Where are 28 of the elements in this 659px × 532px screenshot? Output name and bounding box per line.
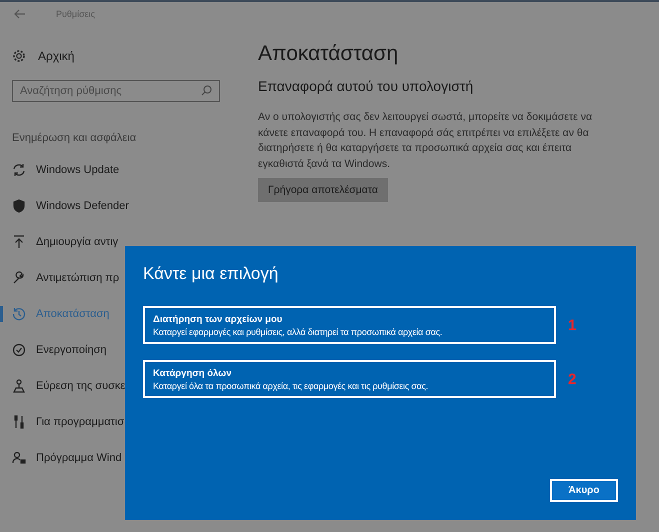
upload-icon: [12, 235, 26, 249]
annotation-number: 2: [568, 370, 576, 388]
check-icon: [12, 343, 26, 357]
settings-icon: [12, 49, 26, 63]
home-item[interactable]: Αρχική: [0, 44, 240, 68]
search-field[interactable]: Αναζήτηση ρύθμισης: [12, 80, 220, 102]
option-button[interactable]: Κατάργηση όλων Καταργεί όλα τα προσωπικά αρχεία, τις εφαρμογές και τις ρυθμίσεις σας.: [143, 360, 556, 398]
sidebar-item[interactable]: Windows Defender: [0, 188, 240, 224]
sidebar-item[interactable]: Πρόγραμμα Wind: [0, 440, 240, 476]
sidebar-item[interactable]: Δημιουργία αντιγ: [0, 224, 240, 260]
section-title: Επαναφορά αυτού του υπολογιστή: [258, 78, 474, 94]
sidebar-item[interactable]: Windows Update: [0, 152, 240, 188]
page-title: Αποκατάσταση: [258, 42, 400, 66]
section-heading: Ενημέρωση και ασφάλεια: [11, 132, 138, 146]
person-lock-icon: [12, 451, 26, 465]
get-started-button[interactable]: Γρήγορα αποτελέσματα: [258, 178, 388, 202]
dialog-title: Κάντε μια επιλογή: [143, 264, 280, 284]
description-text: Αν ο υπολογιστής σας δεν λειτουργεί σωστά, μπορείτε να δοκιμάσετε να κάνετε επαναφορά του. Η επαναφορά σάς επιτρέπει να επιλέξετε αν θα διατηρήσετε ή θα καταργήσετε τα προσωπικά αρχεία σας και έπειτα εγκαθιστά ξανά τα Windows.: [258, 110, 594, 172]
tools-icon: [12, 415, 26, 429]
sync-icon: [12, 163, 26, 177]
search-icon: [201, 85, 212, 96]
history-icon: [12, 307, 26, 321]
option-button[interactable]: Διατήρηση των αρχείων μου Καταργεί εφαρμογές και ρυθμίσεις, αλλά διατηρεί τα προσωπικά αρχεία σας.: [143, 306, 556, 344]
sidebar-item[interactable]: Για προγραμματισ: [0, 404, 240, 440]
annotation-number: 1: [568, 316, 576, 334]
shield-icon: [12, 199, 26, 213]
cancel-button[interactable]: Άκυρο: [550, 479, 618, 502]
back-arrow-icon[interactable]: [14, 9, 26, 19]
